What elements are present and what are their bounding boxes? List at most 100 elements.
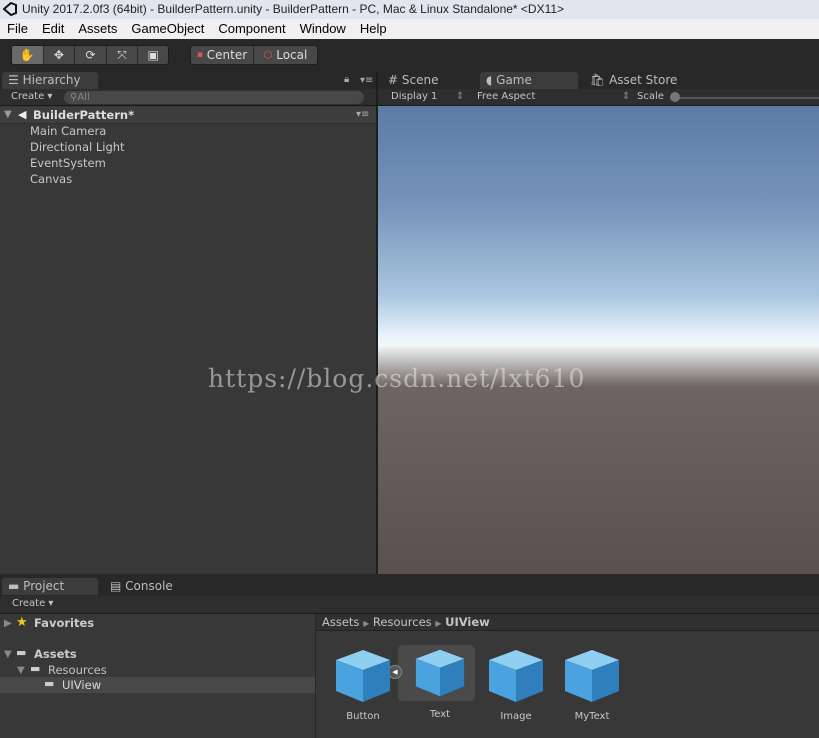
- folder-icon: ▬: [16, 646, 27, 659]
- hierarchy-item[interactable]: Directional Light: [30, 140, 125, 154]
- tab-console[interactable]: ▤ Console: [104, 578, 194, 595]
- pivot-local-button[interactable]: ⬡ Local: [254, 46, 317, 64]
- center-icon: ▪: [196, 50, 203, 60]
- panel-divider[interactable]: [376, 72, 378, 574]
- tab-label: Project: [23, 579, 65, 593]
- unity-logo-icon: [3, 2, 17, 16]
- rect-icon: ▣: [147, 48, 159, 62]
- title-bar: Unity 2017.2.0f3 (64bit) - BuilderPatter…: [0, 0, 819, 19]
- tab-label: Console: [125, 579, 173, 593]
- scale-slider[interactable]: [674, 97, 819, 99]
- menu-window[interactable]: Window: [293, 19, 353, 39]
- hierarchy-item[interactable]: Main Camera: [30, 124, 106, 138]
- asset-label: Text: [429, 709, 451, 720]
- tab-label: Scene: [401, 73, 439, 87]
- expand-triangle-icon[interactable]: ▼: [17, 665, 25, 676]
- collapse-triangle-icon[interactable]: ▶: [4, 618, 12, 629]
- resources-folder[interactable]: Resources: [48, 663, 107, 677]
- asset-item[interactable]: Button: [327, 648, 399, 722]
- asset-item[interactable]: MyText: [556, 648, 628, 722]
- hierarchy-toolbar: Create ▾ ⚲All: [0, 89, 376, 106]
- pivot-label: Center: [206, 48, 248, 62]
- hierarchy-item[interactable]: Canvas: [30, 172, 72, 186]
- scene-name: BuilderPattern*: [33, 108, 135, 122]
- asset-label: Button: [346, 711, 380, 722]
- pivot-center-button[interactable]: ▪ Center: [191, 46, 255, 64]
- folder-icon: ▬: [30, 662, 41, 675]
- rect-tool-button[interactable]: ▣: [138, 46, 168, 64]
- project-toolbar: Create ▾: [0, 596, 819, 614]
- tab-project[interactable]: ▬ Project: [2, 578, 98, 595]
- tab-label: Hierarchy: [22, 73, 81, 87]
- breadcrumb-assets[interactable]: Assets: [322, 615, 359, 629]
- local-icon: ⬡: [263, 49, 273, 61]
- asset-label: MyText: [574, 711, 610, 722]
- breadcrumb: Assets ▶ Resources ▶ UIView: [316, 614, 819, 631]
- hierarchy-search-input[interactable]: ⚲All: [64, 91, 364, 104]
- unity-scene-icon: ◀: [18, 108, 27, 121]
- display-dropdown[interactable]: Display 1: [391, 91, 437, 102]
- menu-edit[interactable]: Edit: [35, 19, 71, 39]
- aspect-dropdown[interactable]: Free Aspect: [477, 91, 535, 102]
- window-title: Unity 2017.2.0f3 (64bit) - BuilderPatter…: [22, 2, 565, 16]
- breadcrumb-resources[interactable]: Resources: [373, 615, 432, 629]
- grid-icon: #: [388, 73, 399, 87]
- hand-tool-button[interactable]: ✋: [12, 46, 44, 64]
- rotate-tool-button[interactable]: ⟳: [75, 46, 107, 64]
- hierarchy-panel: ☰ Hierarchy 🔒︎ ▾≡ Create ▾ ⚲All ▼ ◀ Buil…: [0, 72, 376, 574]
- assets-folder[interactable]: Assets: [34, 647, 77, 661]
- menu-component[interactable]: Component: [211, 19, 292, 39]
- asset-item[interactable]: Text: [404, 648, 476, 720]
- watermark: https://blog.csdn.net/lxt610: [208, 364, 586, 393]
- create-button[interactable]: Create ▾: [11, 91, 52, 102]
- asset-item[interactable]: Image: [480, 648, 552, 722]
- game-panel: # Scene ◖ Game 🛍︎ Asset Store Display 1 …: [378, 72, 819, 574]
- folder-icon: ▬: [44, 677, 55, 690]
- scene-menu-icon[interactable]: ▾≡: [356, 109, 369, 120]
- project-tree: ▶ ★ Favorites ▼ ▬ Assets ▼ ▬ Resources ▬…: [0, 614, 315, 738]
- scale-icon: ⤧: [117, 47, 127, 62]
- menu-assets[interactable]: Assets: [71, 19, 124, 39]
- store-icon: 🛍︎: [590, 73, 606, 87]
- space-label: Local: [276, 48, 308, 62]
- panel-menu-icon[interactable]: ▾≡: [360, 75, 373, 86]
- toolbar: ✋ ✥ ⟳ ⤧ ▣ ▪ Center ⬡ Local: [0, 39, 819, 71]
- scale-tool-button[interactable]: ⤧: [107, 46, 139, 64]
- game-toolbar: Display 1 ⇕ Free Aspect ⇕ Scale: [378, 89, 819, 106]
- uiview-folder[interactable]: ▬ UIView: [0, 677, 315, 693]
- list-icon: ☰: [8, 73, 19, 87]
- hierarchy-item[interactable]: EventSystem: [30, 156, 106, 170]
- menu-file[interactable]: File: [0, 19, 35, 39]
- favorites-item[interactable]: Favorites: [34, 616, 94, 630]
- scene-header[interactable]: ▼ ◀ BuilderPattern* ▾≡: [0, 107, 376, 124]
- scale-label: Scale: [637, 91, 664, 102]
- tab-label: Game: [496, 73, 532, 87]
- dropdown-arrows-icon: ⇕: [622, 91, 631, 102]
- console-icon: ▤: [110, 579, 122, 593]
- expand-triangle-icon[interactable]: ▼: [4, 109, 12, 120]
- menu-gameobject[interactable]: GameObject: [124, 19, 211, 39]
- scale-slider-handle[interactable]: [670, 92, 680, 102]
- tab-hierarchy[interactable]: ☰ Hierarchy: [2, 72, 98, 89]
- star-icon: ★: [16, 615, 28, 630]
- expand-triangle-icon[interactable]: ▼: [4, 649, 12, 660]
- prefab-cube-icon: [565, 650, 619, 702]
- tab-asset-store[interactable]: 🛍︎ Asset Store: [584, 72, 704, 89]
- prefab-cube-icon: [415, 649, 465, 697]
- prefab-cube-icon: [336, 650, 390, 702]
- tab-scene[interactable]: # Scene: [382, 72, 474, 89]
- create-button[interactable]: Create ▾: [12, 598, 53, 609]
- rotate-icon: ⟳: [85, 48, 96, 62]
- prefab-cube-icon: [489, 650, 543, 702]
- tab-label: Asset Store: [609, 73, 678, 87]
- move-tool-button[interactable]: ✥: [44, 46, 76, 64]
- folder-icon: ▬: [8, 579, 20, 593]
- tab-game[interactable]: ◖ Game: [480, 72, 578, 89]
- game-viewport[interactable]: [378, 106, 819, 574]
- dropdown-arrows-icon: ⇕: [456, 91, 465, 102]
- game-icon: ◖: [486, 73, 493, 87]
- breadcrumb-uiview[interactable]: UIView: [445, 615, 490, 629]
- lock-icon[interactable]: 🔒︎: [344, 74, 349, 85]
- asset-label: Image: [500, 711, 532, 722]
- menu-help[interactable]: Help: [353, 19, 394, 39]
